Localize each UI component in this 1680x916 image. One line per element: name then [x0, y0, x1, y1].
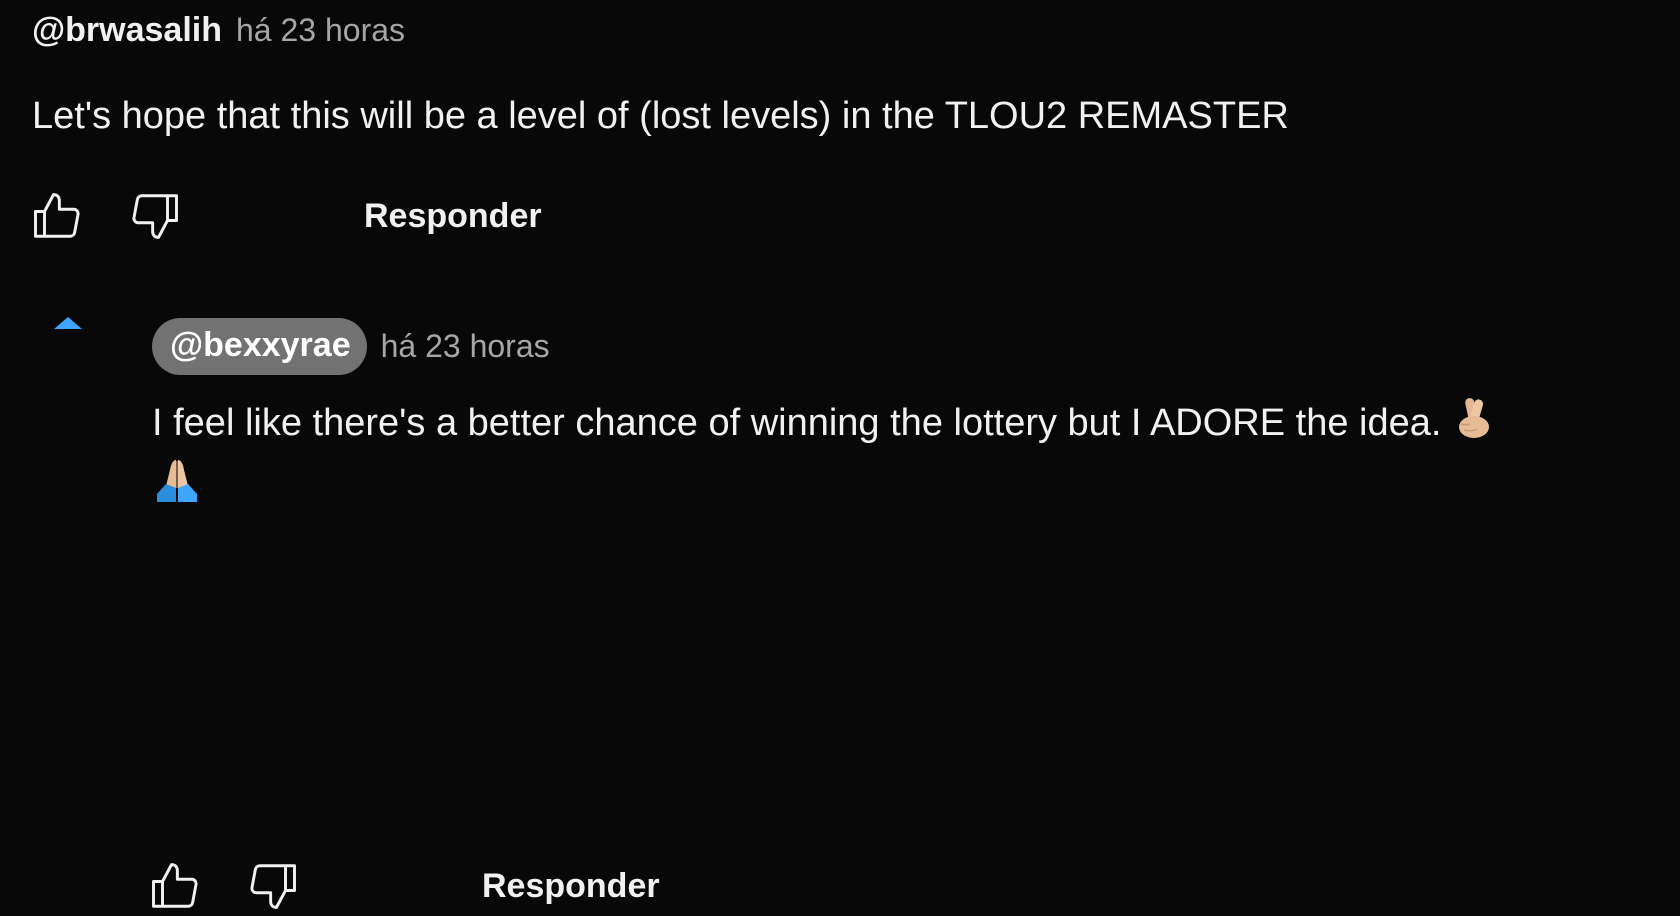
comment-text: Let's hope that this will be a level of …	[32, 95, 1289, 137]
collapse-replies-button[interactable]	[50, 315, 86, 339]
dislike-icon	[132, 194, 178, 239]
crossed-fingers-emoji	[1452, 394, 1496, 456]
folded-hands-emoji	[152, 456, 202, 522]
comment-text: I feel like there's a better chance of w…	[152, 402, 1442, 445]
comment-text-block: I feel like there's a better chance of w…	[152, 394, 1652, 522]
comment: @brwasalih há 23 horas Let's hope that t…	[32, 0, 1652, 239]
dislike-button[interactable]	[242, 856, 302, 916]
comment-actions: Responder	[28, 186, 542, 246]
dislike-button[interactable]	[124, 186, 184, 246]
reply-button[interactable]: Responder	[482, 867, 660, 906]
like-button[interactable]	[28, 186, 88, 246]
like-icon	[152, 863, 198, 908]
comment-actions: Responder	[146, 856, 660, 916]
comment-author-highlighted[interactable]: @bexxyrae	[152, 317, 367, 375]
comment-header: @bexxyrae há 23 horas	[152, 316, 1652, 376]
comment-timestamp[interactable]: há 23 horas	[381, 328, 550, 365]
like-icon	[34, 193, 80, 238]
dislike-icon	[250, 864, 296, 909]
comment-author[interactable]: @brwasalih	[32, 11, 222, 50]
like-button[interactable]	[146, 856, 206, 916]
reply-comment: @bexxyrae há 23 horas I feel like there'…	[152, 316, 1652, 909]
comment-timestamp[interactable]: há 23 horas	[236, 12, 405, 49]
collapse-replies-icon	[54, 317, 82, 329]
comment-header: @brwasalih há 23 horas	[32, 0, 1652, 60]
reply-button[interactable]: Responder	[364, 197, 542, 236]
